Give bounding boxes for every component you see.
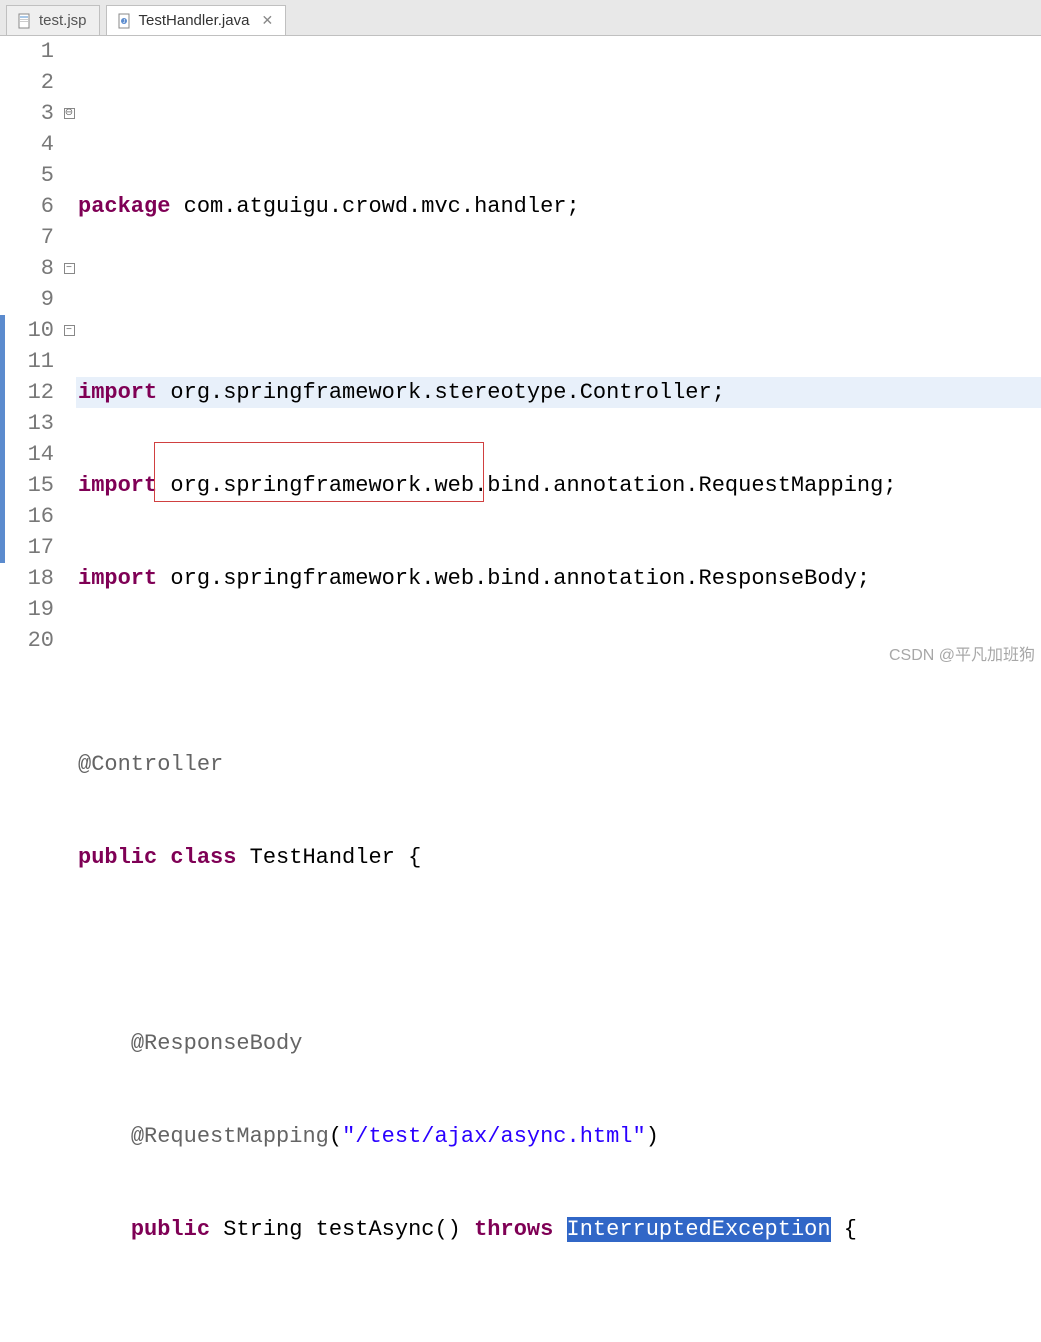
code-line: public class TestHandler {: [78, 842, 1041, 873]
jsp-file-icon: [17, 13, 33, 29]
line-number: 17: [16, 532, 54, 563]
tab-testhandler-java[interactable]: J TestHandler.java ✕: [106, 5, 287, 35]
code-line: [78, 284, 1041, 315]
java-file-icon: J: [117, 13, 133, 29]
change-marker: [0, 377, 5, 408]
line-number: 7: [16, 222, 54, 253]
code-line: package com.atguigu.crowd.mvc.handler;: [78, 191, 1041, 222]
tab-label: test.jsp: [39, 12, 87, 29]
code-line: @RequestMapping("/test/ajax/async.html"): [78, 1121, 1041, 1152]
line-number: 2: [16, 67, 54, 98]
fold-collapse-icon[interactable]: −: [64, 263, 75, 274]
line-number: 14: [16, 439, 54, 470]
code-line: [78, 656, 1041, 687]
tab-label: TestHandler.java: [139, 12, 250, 29]
line-number: 1: [16, 36, 54, 67]
code-editor[interactable]: 1 2 3 4 5 6 7 8 9 10 11 12 13 14 15 16 1…: [0, 36, 1041, 671]
line-number: 6: [16, 191, 54, 222]
code-line: @ResponseBody: [78, 1028, 1041, 1059]
line-number: 15: [16, 470, 54, 501]
line-number: 18: [16, 563, 54, 594]
code-line: import org.springframework.web.bind.anno…: [78, 470, 1041, 501]
change-marker: [0, 408, 5, 439]
code-line: public String testAsync() throws Interru…: [78, 1214, 1041, 1245]
tab-test-jsp[interactable]: test.jsp: [6, 5, 100, 35]
fold-column: ⊖ − −: [62, 36, 76, 671]
editor-tabs: test.jsp J TestHandler.java ✕: [0, 0, 1041, 36]
change-marker: [0, 439, 5, 470]
line-numbers: 1 2 3 4 5 6 7 8 9 10 11 12 13 14 15 16 1…: [16, 36, 62, 671]
change-marker: [0, 532, 5, 563]
code-line: import org.springframework.web.bind.anno…: [78, 563, 1041, 594]
change-marker: [0, 346, 5, 377]
line-number: 11: [16, 346, 54, 377]
close-icon[interactable]: ✕: [261, 12, 273, 29]
selected-text: InterruptedException: [567, 1217, 831, 1242]
line-number: 10: [16, 315, 54, 346]
code-area[interactable]: package com.atguigu.crowd.mvc.handler; i…: [76, 36, 1041, 671]
fold-collapse-icon[interactable]: −: [64, 325, 75, 336]
line-number: 9: [16, 284, 54, 315]
change-marker: [0, 470, 5, 501]
code-line: @Controller: [78, 749, 1041, 780]
code-line: import org.springframework.stereotype.Co…: [78, 377, 1041, 408]
line-number: 12: [16, 377, 54, 408]
line-number: 13: [16, 408, 54, 439]
code-line: [78, 1307, 1041, 1338]
marker-column: [0, 36, 16, 671]
fold-expand-icon[interactable]: ⊖: [64, 108, 75, 119]
line-number: 4: [16, 129, 54, 160]
line-number: 19: [16, 594, 54, 625]
code-line: [78, 935, 1041, 966]
line-number: 5: [16, 160, 54, 191]
line-number: 20: [16, 625, 54, 656]
line-number: 16: [16, 501, 54, 532]
line-number: 8: [16, 253, 54, 284]
change-marker: [0, 315, 5, 346]
line-number: 3: [16, 98, 54, 129]
change-marker: [0, 501, 5, 532]
